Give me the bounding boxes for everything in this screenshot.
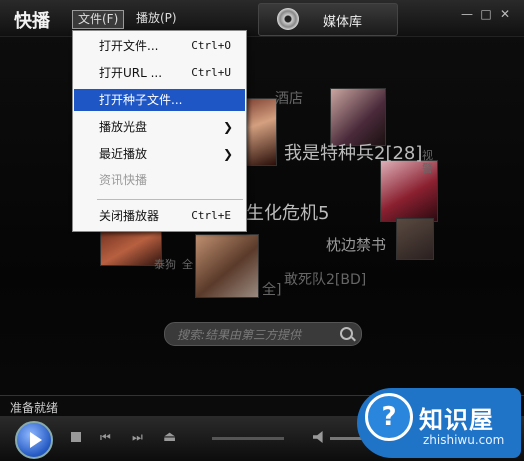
cloud-title[interactable]: 全] (262, 279, 281, 299)
eject-icon[interactable]: ⏏ (163, 429, 176, 445)
minimize-button[interactable]: — (460, 7, 474, 21)
watermark-subtitle: zhishiwu.com (423, 433, 505, 447)
menu-item-label: 打开文件... (99, 39, 159, 53)
cloud-title[interactable]: 枕边禁书 (326, 234, 386, 255)
menu-item-news: 资讯快播 (74, 169, 245, 191)
menu-item-close-player[interactable]: 关闭播放器 Ctrl+E (74, 205, 245, 227)
cloud-title[interactable]: 生化危机5 (246, 199, 329, 225)
media-library-tab[interactable]: 媒体库 (258, 3, 398, 36)
poster-thumbnail[interactable] (330, 88, 386, 146)
search-box (164, 322, 362, 346)
watermark-title: 知识屋 (419, 406, 494, 434)
menu-item-shortcut: Ctrl+U (191, 66, 231, 79)
chevron-right-icon: ❯ (222, 120, 233, 134)
previous-icon[interactable]: ⏮ (100, 430, 111, 445)
cloud-title[interactable]: 酒店 (275, 88, 303, 108)
player-window: 快播 文件(F) 播放(P) 媒体库 — □ ✕ 酒店 视 我是特种兵2[28]… (0, 0, 524, 461)
app-title: 快播 (14, 11, 50, 32)
cloud-title[interactable]: 敢死队2[BD] (284, 269, 366, 289)
poster-thumbnail[interactable] (396, 218, 434, 260)
file-menu: 打开文件... Ctrl+O 打开URL ... Ctrl+U 打开种子文件..… (72, 30, 247, 232)
next-icon[interactable]: ⏭ (132, 430, 143, 445)
menu-item-open-torrent[interactable]: 打开种子文件... (74, 89, 245, 111)
poster-thumbnail[interactable] (100, 228, 162, 266)
search-input[interactable] (175, 325, 339, 345)
cloud-title[interactable]: 全 (182, 256, 193, 272)
seek-bar[interactable] (212, 437, 284, 440)
menu-separator (97, 199, 243, 200)
volume-icon[interactable] (313, 431, 323, 443)
poster-thumbnail[interactable] (195, 234, 259, 298)
menu-item-label: 播放光盘 (99, 120, 148, 134)
menu-item-label: 最近播放 (99, 147, 148, 161)
menu-item-open-url[interactable]: 打开URL ... Ctrl+U (74, 62, 245, 84)
disc-icon (277, 8, 299, 30)
menu-item-label: 打开URL ... (99, 66, 163, 80)
watermark-logo: ? 知识屋 zhishiwu.com (357, 388, 521, 458)
menu-item-recent[interactable]: 最近播放 ❯ (74, 143, 245, 165)
menu-item-shortcut: Ctrl+O (191, 39, 231, 52)
menu-item-shortcut: Ctrl+E (191, 209, 231, 222)
media-library-label: 媒体库 (323, 15, 363, 30)
cloud-title[interactable]: 我是特种兵2[28] (284, 139, 422, 165)
play-button[interactable] (15, 421, 53, 459)
chevron-right-icon: ❯ (222, 147, 233, 161)
menu-item-play-disc[interactable]: 播放光盘 ❯ (74, 116, 245, 138)
menu-file[interactable]: 文件(F) (72, 10, 125, 29)
search-icon[interactable] (340, 327, 353, 340)
menu-item-label: 打开种子文件... (99, 93, 183, 107)
restore-button[interactable]: □ (479, 7, 493, 21)
menu-item-open-file[interactable]: 打开文件... Ctrl+O (74, 35, 245, 57)
menu-play[interactable]: 播放(P) (131, 10, 182, 27)
close-button[interactable]: ✕ (498, 7, 512, 21)
stop-icon[interactable] (71, 432, 81, 442)
question-icon: ? (365, 393, 413, 441)
status-text: 准备就绪 (10, 401, 59, 415)
cloud-title[interactable]: 警 (422, 160, 433, 176)
menu-item-label: 资讯快播 (99, 173, 148, 187)
menu-item-label: 关闭播放器 (99, 209, 160, 223)
cloud-title[interactable]: 泰狗 (154, 256, 176, 272)
